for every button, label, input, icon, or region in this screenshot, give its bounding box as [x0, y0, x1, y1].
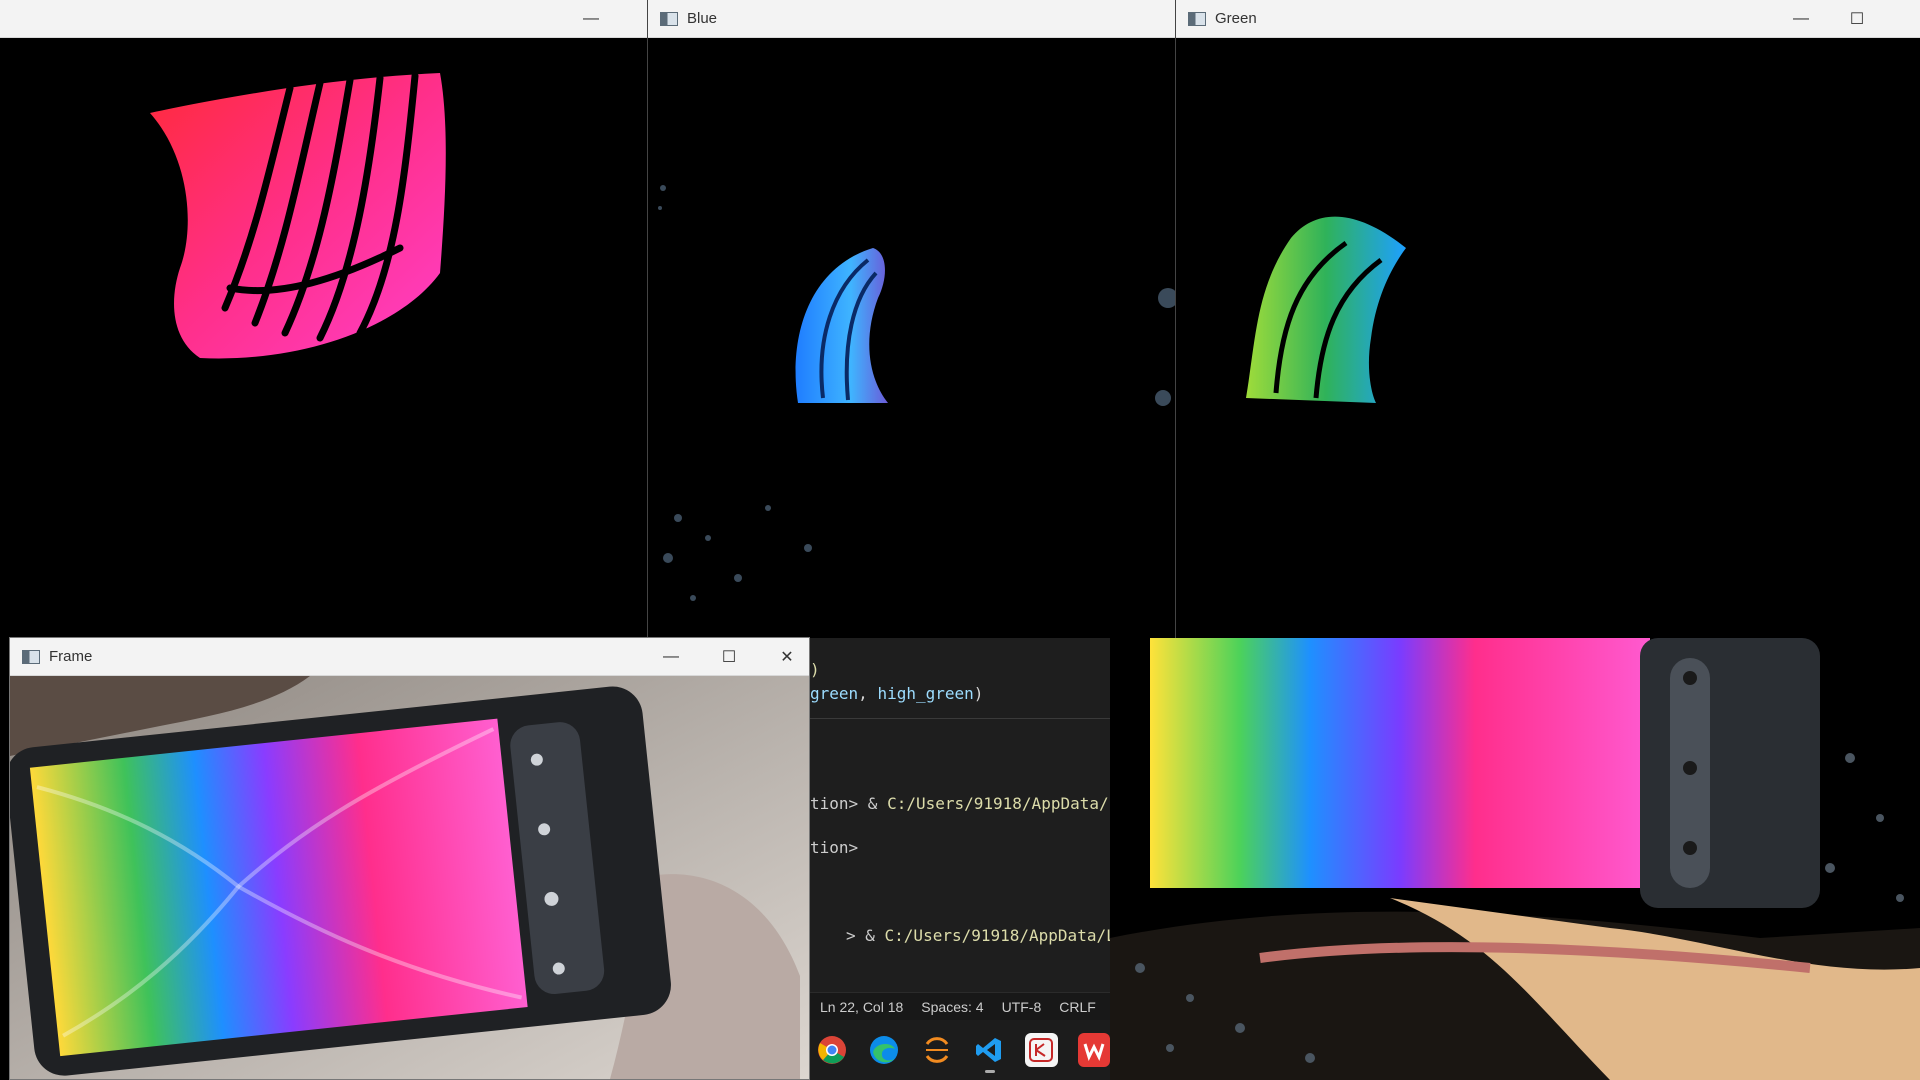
- left-window-canvas: [0, 38, 648, 640]
- opencv-window-icon: [660, 11, 678, 26]
- minimize-icon: —: [1793, 10, 1809, 27]
- maximize-button[interactable]: ☐: [1828, 0, 1886, 38]
- camera-mask-window: [1110, 638, 1920, 1080]
- green-window-title: Green: [1215, 10, 1257, 27]
- cursor-position[interactable]: Ln 22, Col 18: [820, 999, 903, 1015]
- wps-icon[interactable]: [1077, 1033, 1110, 1067]
- edge-icon[interactable]: [868, 1033, 900, 1067]
- minimize-icon: —: [663, 648, 679, 665]
- green-window-canvas: [1176, 38, 1920, 640]
- encoding[interactable]: UTF-8: [1002, 999, 1042, 1015]
- eclipse-icon[interactable]: [921, 1033, 953, 1067]
- pink-mask-image: [150, 72, 446, 359]
- opencv-window-icon: [22, 649, 40, 664]
- taskbar: [810, 1020, 1110, 1080]
- maximize-button[interactable]: ☐: [700, 638, 758, 676]
- code-line: green, high_green): [810, 684, 984, 703]
- blue-window-titlebar[interactable]: Blue: [648, 0, 1178, 38]
- left-window: —: [0, 0, 648, 640]
- status-bar: Ln 22, Col 18 Spaces: 4 UTF-8 CRLF: [810, 992, 1110, 1020]
- frame-window-titlebar[interactable]: Frame — ☐ ✕: [10, 638, 809, 676]
- vscode-icon[interactable]: [973, 1033, 1005, 1073]
- app-icon[interactable]: [1025, 1033, 1058, 1067]
- terminal-line: > & C:/Users/91918/AppData/Lo: [846, 926, 1110, 945]
- terminal-line: tion> & C:/Users/91918/AppData/Lo: [810, 794, 1110, 813]
- code-editor[interactable]: ) green, high_green) tion> & C:/Users/91…: [810, 638, 1110, 1020]
- green-window: Green — ☐: [1175, 0, 1920, 640]
- frame-window-title: Frame: [49, 648, 93, 665]
- minimize-button[interactable]: —: [562, 0, 620, 38]
- left-window-titlebar[interactable]: —: [0, 0, 648, 38]
- camera-frame-image: [10, 676, 809, 1079]
- chrome-icon[interactable]: [816, 1033, 848, 1067]
- blue-mask-image: [658, 185, 1178, 601]
- maximize-icon: ☐: [1849, 11, 1865, 28]
- green-window-titlebar[interactable]: Green — ☐: [1176, 0, 1920, 38]
- close-button[interactable]: ✕: [758, 638, 809, 676]
- code-line: ): [810, 660, 820, 679]
- maximize-icon: ☐: [721, 649, 737, 666]
- line-ending[interactable]: CRLF: [1059, 999, 1096, 1015]
- minimize-icon: —: [583, 10, 599, 27]
- opencv-window-icon: [1188, 11, 1206, 26]
- blue-window-canvas: [648, 38, 1178, 640]
- combined-mask-image: [1110, 638, 1920, 1080]
- blue-window-title: Blue: [687, 10, 718, 27]
- panel-divider: [810, 718, 1110, 719]
- close-icon: ✕: [780, 649, 794, 666]
- active-indicator: [984, 1070, 995, 1073]
- green-mask-image: [1246, 216, 1406, 403]
- frame-canvas: [10, 676, 809, 1079]
- indentation[interactable]: Spaces: 4: [921, 999, 983, 1015]
- minimize-button[interactable]: —: [642, 638, 700, 676]
- blue-window: Blue: [647, 0, 1178, 640]
- frame-window: Frame — ☐ ✕: [9, 637, 810, 1080]
- minimize-button[interactable]: —: [1772, 0, 1830, 38]
- terminal-line: tion>: [810, 838, 859, 857]
